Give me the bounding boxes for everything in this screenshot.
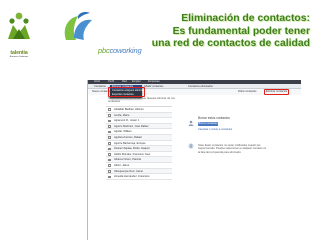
checkbox[interactable] xyxy=(108,108,111,111)
filter-contacts-link[interactable]: Filtrar contactos xyxy=(238,90,256,94)
checkbox[interactable] xyxy=(108,153,111,156)
title-line-2: Es fundamental poder tener xyxy=(172,25,310,37)
title-line-3: una red de contactos de calidad xyxy=(151,38,310,50)
person-icon xyxy=(188,120,194,126)
checkbox[interactable] xyxy=(108,158,111,162)
contact-list: Abdallah Badhan, Alfonso Acuña, Mario Ag… xyxy=(106,106,172,180)
checkbox[interactable] xyxy=(108,136,111,139)
delete-note: Nota: Estos contactos no serán notificad… xyxy=(198,144,267,154)
cancel-link[interactable]: Cancelar o volver a contactos xyxy=(198,128,232,131)
checkbox[interactable] xyxy=(108,113,111,117)
delete-panel-title: Borrar estos contactos xyxy=(198,116,230,120)
checkbox[interactable] xyxy=(108,141,111,145)
checkbox[interactable] xyxy=(108,130,111,134)
checkbox[interactable] xyxy=(108,125,111,128)
checkbox[interactable] xyxy=(108,164,111,167)
delete-contacts-button[interactable]: Borrar contactos xyxy=(198,122,218,127)
talentia-logo: talentia Business Solutions xyxy=(3,11,35,58)
checkbox[interactable] xyxy=(108,169,111,173)
talentia-mark-icon xyxy=(8,12,30,39)
checkbox[interactable] xyxy=(108,119,111,123)
talentia-subtitle: Business Solutions xyxy=(9,56,29,58)
slide-title: Eliminación de contactos: Es fundamental… xyxy=(100,13,310,51)
contact-row[interactable]: Almeida Hernández, Francisco xyxy=(106,174,172,180)
title-line-1: Eliminación de contactos: xyxy=(181,13,310,24)
checkbox[interactable] xyxy=(108,147,111,151)
checkbox[interactable] xyxy=(108,175,111,179)
select-instruction: Selecciona a las personas que deseas eli… xyxy=(108,96,175,104)
app-screenshot: Inicio Perfil Red Empleo Empresas Contac… xyxy=(87,80,301,240)
highlight-box-delete xyxy=(264,89,289,95)
info-icon xyxy=(188,143,194,149)
